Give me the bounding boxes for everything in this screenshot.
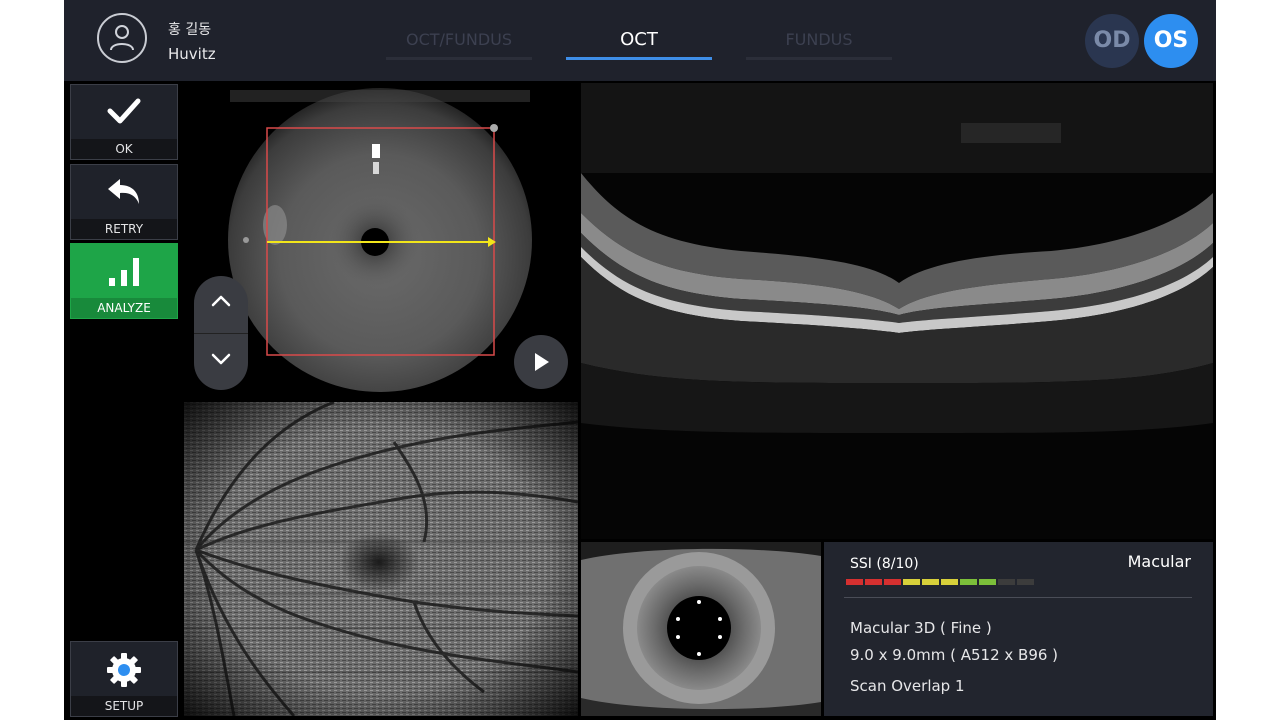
ssi-segment	[1017, 579, 1034, 585]
play-button[interactable]	[514, 335, 568, 389]
ssi-segment	[922, 579, 939, 585]
scan-info-panel: SSI (8/10) Macular Macular 3D ( Fine ) 9…	[824, 542, 1213, 716]
analyze-label: ANALYZE	[71, 298, 177, 318]
oct-bscan-image	[581, 83, 1213, 539]
play-icon	[535, 353, 549, 371]
scan-protocol: Macular 3D ( Fine )	[850, 619, 992, 637]
ssi-segment	[960, 579, 977, 585]
enface-image-graphic	[184, 402, 578, 716]
user-avatar[interactable]	[97, 13, 147, 63]
ssi-label: SSI (8/10)	[850, 556, 919, 572]
scan-dimensions: 9.0 x 9.0mm ( A512 x B96 )	[850, 646, 1059, 664]
header-bar: 홍 길동 Huvitz OCT/FUNDUS OCT FUNDUS OD OS	[64, 0, 1216, 81]
ssi-segment	[998, 579, 1015, 585]
ssi-segment	[846, 579, 863, 585]
move-down-button[interactable]	[194, 334, 248, 390]
ssi-quality-bar	[846, 579, 1034, 585]
move-up-button[interactable]	[194, 276, 248, 332]
info-divider	[844, 597, 1192, 598]
setup-label: SETUP	[71, 696, 177, 716]
bar-chart-icon	[71, 244, 177, 300]
gear-icon	[71, 642, 177, 698]
retry-label: RETRY	[71, 219, 177, 239]
patient-name: 홍 길동	[168, 22, 212, 38]
eye-od-button[interactable]: OD	[1085, 14, 1139, 68]
ssi-segment	[884, 579, 901, 585]
check-icon	[71, 85, 177, 141]
oct-bscan-graphic	[581, 83, 1213, 539]
undo-icon	[71, 165, 177, 221]
ssi-segment	[865, 579, 882, 585]
iris-graphic	[581, 542, 821, 716]
ok-button[interactable]: OK	[70, 84, 178, 160]
analyze-button[interactable]: ANALYZE	[70, 243, 178, 319]
eye-os-button[interactable]: OS	[1144, 14, 1198, 68]
user-icon	[110, 25, 134, 51]
scan-position-control	[194, 276, 248, 390]
ok-label: OK	[71, 139, 177, 159]
tab-oct[interactable]: OCT	[566, 28, 712, 60]
ssi-segment	[941, 579, 958, 585]
retry-button[interactable]: RETRY	[70, 164, 178, 240]
ssi-segment	[979, 579, 996, 585]
oct-capture-screen: 홍 길동 Huvitz OCT/FUNDUS OCT FUNDUS OD OS …	[64, 0, 1216, 720]
scan-overlap: Scan Overlap 1	[850, 677, 965, 695]
patient-org: Huvitz	[168, 45, 216, 63]
setup-button[interactable]: SETUP	[70, 641, 178, 717]
chevron-up-icon	[211, 295, 231, 307]
enface-image	[184, 402, 578, 716]
chevron-down-icon	[211, 353, 231, 365]
scan-type-label: Macular	[1127, 552, 1191, 571]
tab-fundus[interactable]: FUNDUS	[746, 28, 892, 60]
ssi-segment	[903, 579, 920, 585]
tab-oct-fundus[interactable]: OCT/FUNDUS	[386, 28, 532, 60]
iris-camera-image	[581, 542, 821, 716]
